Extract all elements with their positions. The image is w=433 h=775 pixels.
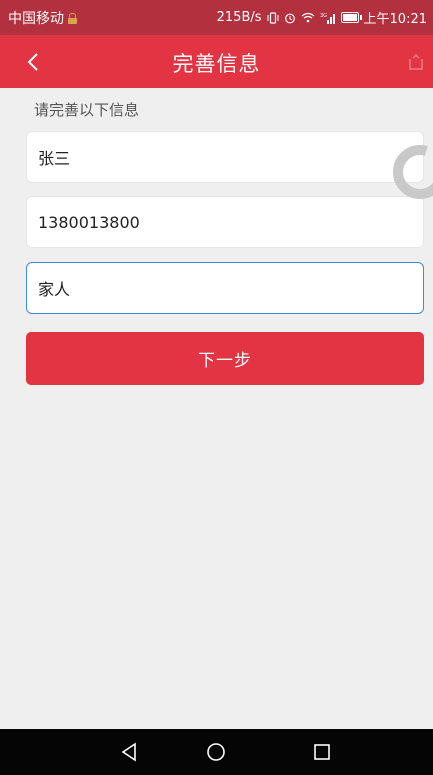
wifi-icon	[301, 12, 315, 23]
carrier-label: 中国移动	[8, 10, 64, 27]
system-back-button[interactable]	[118, 741, 140, 763]
signal-icon: 3G	[320, 12, 336, 24]
alarm-icon	[284, 12, 296, 24]
page-title: 完善信息	[172, 52, 261, 76]
system-home-button[interactable]	[205, 741, 227, 763]
share-icon	[409, 53, 423, 70]
relation-field[interactable]: 家人	[26, 262, 424, 314]
triangle-back-icon	[121, 742, 136, 762]
status-left: 中国移动	[8, 8, 77, 28]
system-recent-button[interactable]	[311, 741, 333, 763]
name-field[interactable]: 张三	[26, 131, 424, 183]
phone-field[interactable]: 1380013800	[26, 196, 424, 248]
share-button[interactable]	[407, 53, 425, 71]
vibrate-icon	[267, 11, 279, 24]
signal-tag: 3G	[320, 13, 327, 19]
status-bar: 中国移动 215B/s 3G 上午10:21	[0, 0, 433, 35]
nav-bar: 完善信息	[0, 35, 433, 88]
battery-icon	[340, 12, 362, 23]
square-recent-icon	[314, 744, 330, 760]
screen: 中国移动 215B/s 3G 上午10:21 完善信息 请完善以下信息 张三 1…	[0, 0, 433, 775]
lock-icon	[68, 12, 77, 24]
loading-spinner-icon	[391, 143, 433, 201]
net-speed: 215B/s	[216, 10, 262, 25]
next-button[interactable]: 下一步	[26, 332, 424, 385]
status-right: 215B/s 3G 上午10:21	[217, 8, 427, 27]
clock: 上午10:21	[363, 12, 427, 27]
section-label: 请完善以下信息	[34, 101, 140, 119]
system-nav-bar	[0, 729, 433, 775]
circle-home-icon	[207, 743, 225, 761]
